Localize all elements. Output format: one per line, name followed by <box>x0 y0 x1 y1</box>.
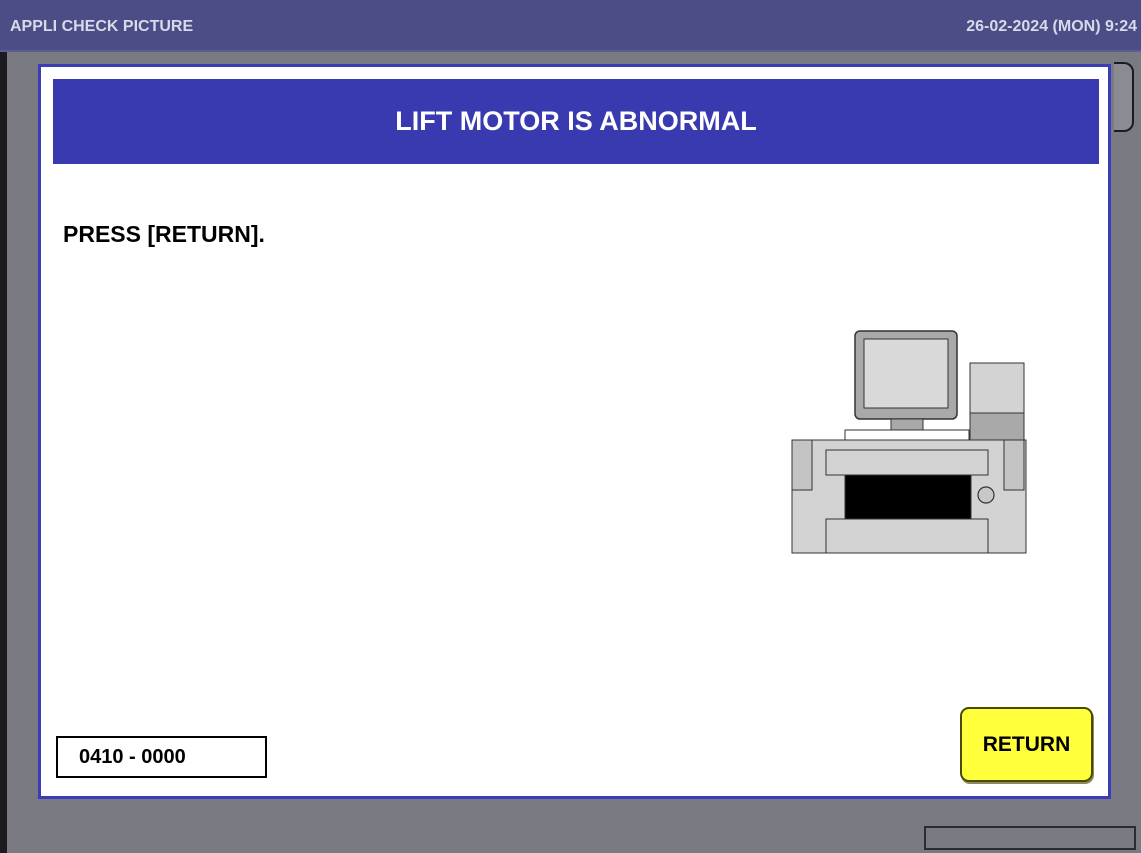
printer-machine-icon <box>791 330 1027 554</box>
error-dialog: LIFT MOTOR IS ABNORMAL PRESS [RETURN]. 0… <box>38 64 1111 799</box>
error-code: 0410 - 0000 <box>79 745 186 768</box>
return-button-label: RETURN <box>982 732 1071 756</box>
date-time: 26-02-2024 (MON) 9:24 <box>966 18 1137 35</box>
status-slot <box>924 826 1136 850</box>
instruction-text: PRESS [RETURN]. <box>63 221 265 247</box>
dialog-header: LIFT MOTOR IS ABNORMAL <box>53 79 1099 164</box>
return-button[interactable]: RETURN <box>960 707 1093 782</box>
left-edge-bar <box>0 52 7 853</box>
error-code-box: 0410 - 0000 <box>56 736 267 778</box>
title-bar: APPLI CHECK PICTURE 26-02-2024 (MON) 9:2… <box>0 0 1141 52</box>
side-scroll-tab[interactable] <box>1114 62 1134 132</box>
error-title: LIFT MOTOR IS ABNORMAL <box>395 106 757 136</box>
app-title: APPLI CHECK PICTURE <box>10 18 194 35</box>
